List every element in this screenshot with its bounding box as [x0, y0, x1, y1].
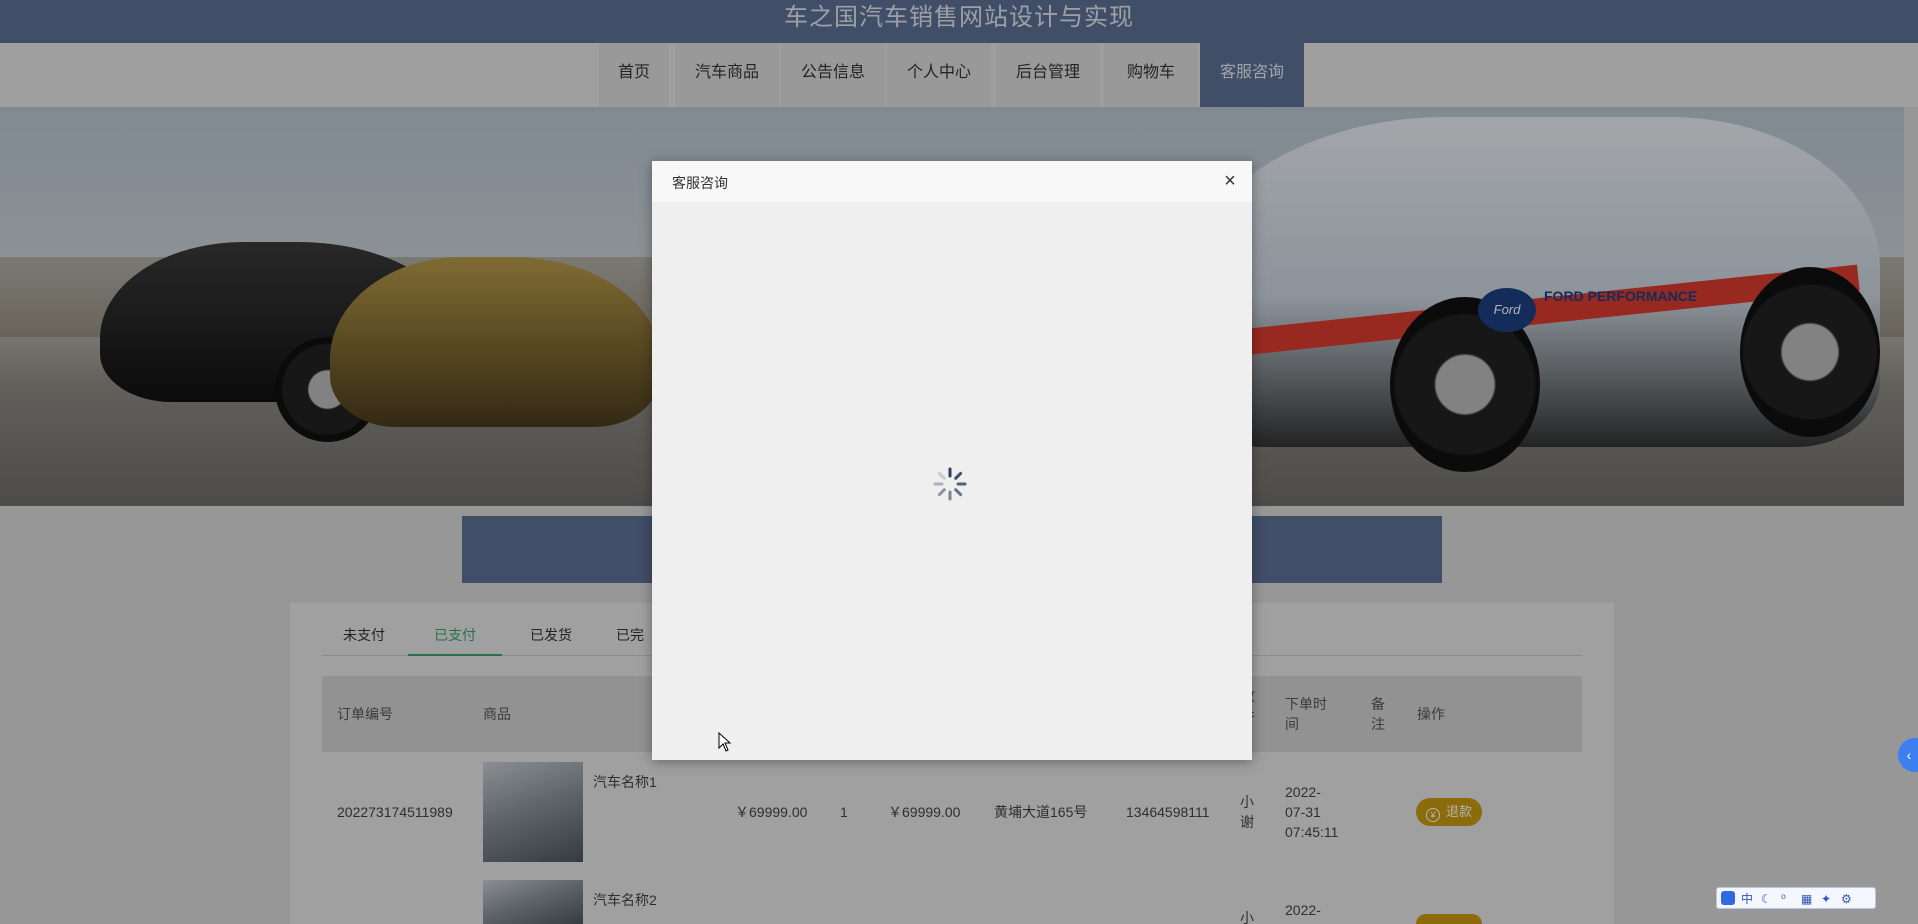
dialog-title: 客服咨询	[672, 175, 728, 191]
ime-skin-icon[interactable]: ✦	[1821, 891, 1831, 907]
customer-service-dialog: 客服咨询 ×	[652, 161, 1252, 760]
loading-spinner-icon	[933, 467, 967, 501]
close-icon[interactable]: ×	[1218, 169, 1242, 193]
ime-moon-icon[interactable]: ☾	[1761, 891, 1772, 907]
ime-keyboard-icon[interactable]: ▦	[1801, 891, 1812, 907]
dialog-header: 客服咨询 ×	[652, 161, 1252, 203]
ime-logo-icon	[1721, 891, 1735, 905]
ime-settings-icon[interactable]: ⚙	[1841, 891, 1852, 907]
mouse-cursor-icon	[718, 732, 732, 752]
chevron-left-icon: ‹	[1906, 747, 1912, 763]
ime-mode[interactable]: 中	[1741, 891, 1753, 907]
ime-toolbar[interactable]: 中 ☾ ⁰ ▦ ✦ ⚙	[1716, 887, 1876, 909]
ime-punct-icon[interactable]: ⁰	[1781, 891, 1786, 907]
